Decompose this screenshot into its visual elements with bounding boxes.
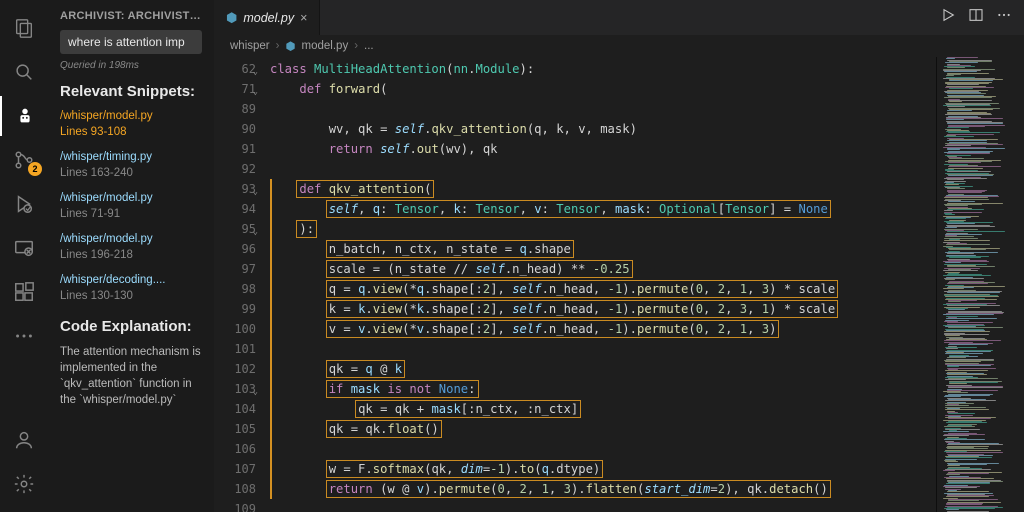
query-time: Queried in 198ms	[60, 60, 202, 71]
archivist-icon[interactable]	[0, 96, 48, 136]
snippet-path: /whisper/timing.py	[60, 150, 202, 166]
close-icon[interactable]: ×	[300, 11, 307, 25]
breadcrumb[interactable]: whisper › ⬢ model.py › ...	[214, 35, 1024, 57]
scm-badge: 2	[28, 162, 42, 176]
snippet-item[interactable]: /whisper/model.pyLines 71-91	[60, 191, 202, 222]
extensions-icon[interactable]	[0, 272, 48, 312]
search-input[interactable]	[60, 30, 202, 54]
snippet-path: /whisper/model.py	[60, 232, 202, 248]
snippet-lines: Lines 71-91	[60, 207, 202, 223]
code-content[interactable]: class MultiHeadAttention(nn.Module): def…	[270, 57, 936, 512]
snippet-path: /whisper/model.py	[60, 191, 202, 207]
snippet-path: /whisper/decoding....	[60, 273, 202, 289]
explain-heading: Code Explanation:	[60, 318, 202, 336]
snippet-path: /whisper/model.py	[60, 109, 202, 125]
snippet-item[interactable]: /whisper/model.pyLines 196-218	[60, 232, 202, 263]
snippet-lines: Lines 130-130	[60, 289, 202, 305]
breadcrumb-seg[interactable]: whisper	[230, 40, 270, 52]
more-icon[interactable]	[0, 316, 48, 356]
activity-bar: 2	[0, 0, 48, 512]
split-editor-icon[interactable]	[968, 7, 984, 28]
snippet-lines: Lines 93-108	[60, 125, 202, 141]
snippet-lines: Lines 196-218	[60, 248, 202, 264]
snippet-lines: Lines 163-240	[60, 166, 202, 182]
python-file-icon: ⬢	[285, 39, 295, 53]
scm-icon[interactable]: 2	[0, 140, 48, 180]
tab-label: model.py	[243, 11, 294, 25]
breadcrumb-seg[interactable]: model.py	[302, 40, 349, 52]
run-file-icon[interactable]	[940, 7, 956, 28]
tab-model-py[interactable]: ⬢ model.py ×	[214, 0, 320, 35]
snippets-list: /whisper/model.pyLines 93-108/whisper/ti…	[60, 109, 202, 304]
snippets-heading: Relevant Snippets:	[60, 83, 202, 101]
breadcrumb-seg[interactable]: ...	[364, 40, 374, 52]
gear-icon[interactable]	[0, 464, 48, 504]
explorer-icon[interactable]	[0, 8, 48, 48]
tab-row: ⬢ model.py ×	[214, 0, 1024, 35]
more-actions-icon[interactable]	[996, 7, 1012, 28]
python-file-icon: ⬢	[226, 10, 237, 26]
explain-body: The attention mechanism is implemented i…	[60, 344, 202, 408]
snippet-item[interactable]: /whisper/model.pyLines 93-108	[60, 109, 202, 140]
tab-actions	[940, 0, 1024, 35]
account-icon[interactable]	[0, 420, 48, 460]
chevron-right-icon: ›	[354, 40, 358, 52]
editor-area: ⬢ model.py × whisper › ⬢ model.py › ... …	[214, 0, 1024, 512]
run-icon[interactable]	[0, 184, 48, 224]
snippet-item[interactable]: /whisper/decoding....Lines 130-130	[60, 273, 202, 304]
sidebar-title: ARCHIVIST: ARCHIVIST ...	[60, 10, 202, 22]
remote-icon[interactable]	[0, 228, 48, 268]
snippet-item[interactable]: /whisper/timing.pyLines 163-240	[60, 150, 202, 181]
chevron-right-icon: ›	[276, 40, 280, 52]
line-gutter: 62⌄71⌄8990919293⌄9495⌄969798991001011021…	[214, 57, 270, 512]
search-icon[interactable]	[0, 52, 48, 92]
minimap[interactable]	[936, 57, 1024, 512]
code-editor[interactable]: 62⌄71⌄8990919293⌄9495⌄969798991001011021…	[214, 57, 1024, 512]
sidebar: ARCHIVIST: ARCHIVIST ... Queried in 198m…	[48, 0, 214, 512]
